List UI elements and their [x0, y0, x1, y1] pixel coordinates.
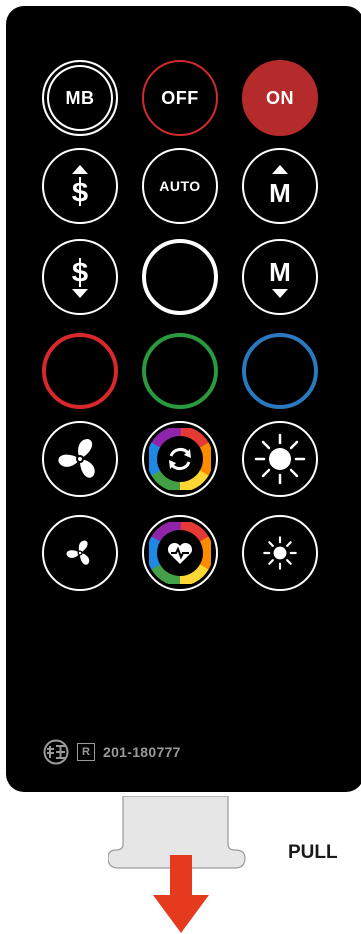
- mode-up-button[interactable]: M: [242, 148, 318, 224]
- speed-down-button[interactable]: S: [42, 239, 118, 315]
- mb-label: MB: [65, 87, 95, 108]
- fan-small-icon: [66, 540, 90, 565]
- giteki-mark-icon: [43, 739, 69, 765]
- auto-button[interactable]: AUTO: [142, 148, 218, 224]
- certification-number: 201-180777: [103, 744, 181, 760]
- auto-label: AUTO: [159, 178, 201, 194]
- off-button[interactable]: OFF: [142, 60, 218, 136]
- rainbow-pulse-button[interactable]: [142, 515, 218, 591]
- red-color-button[interactable]: [42, 333, 118, 409]
- pull-arrow-icon: [153, 855, 209, 933]
- svg-text:M: M: [269, 257, 291, 287]
- remote-control-body: MB OFF ON S AUTO M S M R 201-180777: [6, 6, 361, 792]
- mb-button[interactable]: MB: [42, 60, 118, 136]
- speed-down-icon: S: [71, 257, 89, 298]
- blue-color-button[interactable]: [242, 333, 318, 409]
- rainbow-cycle-icon: [149, 428, 211, 490]
- on-label: ON: [266, 87, 294, 108]
- brightness-up-icon: [254, 433, 306, 485]
- brightness-down-icon: [263, 536, 297, 570]
- fan-large-icon: [58, 439, 95, 478]
- mode-up-icon: M: [269, 165, 291, 208]
- rainbow-cycle-button[interactable]: [142, 421, 218, 497]
- certification-mark: R 201-180777: [43, 739, 181, 765]
- brightness-down-button[interactable]: [242, 515, 318, 591]
- mode-down-button[interactable]: M: [242, 239, 318, 315]
- r-mark: R: [77, 743, 95, 761]
- pull-label: PULL: [288, 842, 338, 863]
- off-label: OFF: [161, 87, 199, 108]
- speed-up-icon: S: [71, 165, 89, 207]
- fan-small-button[interactable]: [42, 515, 118, 591]
- white-color-button[interactable]: [142, 239, 218, 315]
- on-button[interactable]: ON: [242, 60, 318, 136]
- brightness-up-button[interactable]: [242, 421, 318, 497]
- mode-down-icon: M: [269, 257, 291, 298]
- speed-up-button[interactable]: S: [42, 148, 118, 224]
- green-color-button[interactable]: [142, 333, 218, 409]
- fan-large-button[interactable]: [42, 421, 118, 497]
- rainbow-heartbeat-icon: [149, 522, 211, 584]
- svg-text:M: M: [269, 178, 291, 208]
